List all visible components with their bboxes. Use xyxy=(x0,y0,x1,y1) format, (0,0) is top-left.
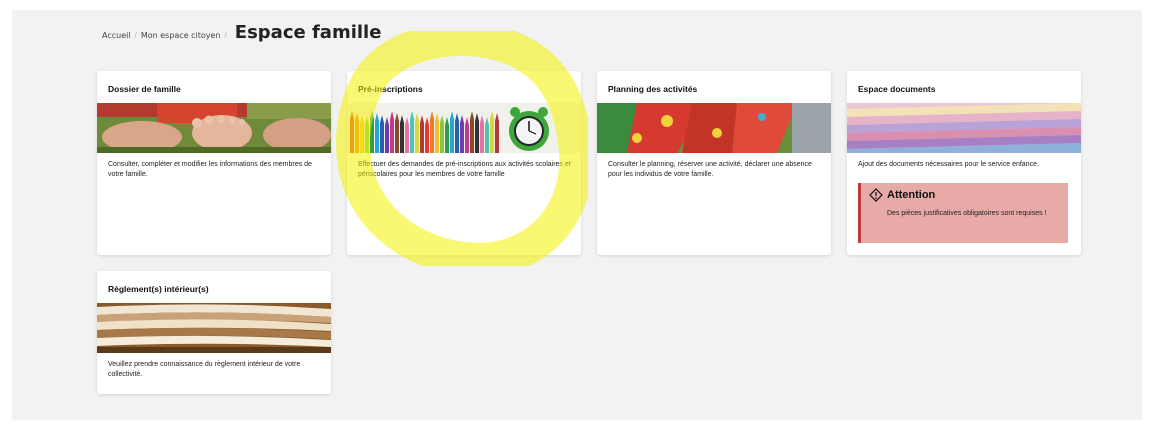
card-image-children-feet xyxy=(97,103,331,153)
warning-diamond-icon xyxy=(869,188,883,202)
card-description: Effectuer des demandes de pré-inscriptio… xyxy=(358,161,571,178)
card-description: Ajout des documents nécessaires pour le … xyxy=(858,161,1039,168)
alert-message: Des pièces justificatives obligatoires s… xyxy=(887,210,1047,217)
breadcrumb: Accueil / Mon espace citoyen / Espace fa… xyxy=(102,22,381,43)
breadcrumb-separator: / xyxy=(224,31,227,40)
card-title: Pré-inscriptions xyxy=(358,84,423,94)
breadcrumb-home-link[interactable]: Accueil xyxy=(102,31,131,40)
page-title: Espace famille xyxy=(234,22,382,43)
card-description: Consulter le planning, réserver une acti… xyxy=(608,161,812,178)
card-activities-planning[interactable]: Planning des activités Consulter le plan… xyxy=(597,71,831,255)
alert-title: Attention xyxy=(887,189,936,201)
breadcrumb-citizen-space-link[interactable]: Mon espace citoyen xyxy=(141,31,221,40)
card-title: Espace documents xyxy=(858,84,936,94)
card-image-painted-hands xyxy=(597,103,831,153)
card-title: Dossier de famille xyxy=(108,84,181,94)
card-image-stacked-books xyxy=(97,303,331,353)
breadcrumb-separator: / xyxy=(134,31,137,40)
card-pre-registrations[interactable]: Pré-inscriptions Effectuer des demandes … xyxy=(347,71,581,255)
card-image-pencils-clock xyxy=(347,103,581,153)
card-family-file[interactable]: Dossier de famille Consulter, compléter … xyxy=(97,71,331,255)
card-description: Veuillez prendre connaissance du règleme… xyxy=(108,361,301,378)
card-documents-space[interactable]: Espace documents Ajout des documents néc… xyxy=(847,71,1081,255)
card-description: Consulter, compléter et modifier les inf… xyxy=(108,161,312,178)
card-title: Planning des activités xyxy=(608,84,698,94)
card-internal-regulations[interactable]: Règlement(s) intérieur(s) Veuillez prend… xyxy=(97,271,331,394)
card-image-colored-papers xyxy=(847,103,1081,153)
attention-alert: Attention Des pièces justificatives obli… xyxy=(858,183,1068,243)
card-title: Règlement(s) intérieur(s) xyxy=(108,284,209,294)
